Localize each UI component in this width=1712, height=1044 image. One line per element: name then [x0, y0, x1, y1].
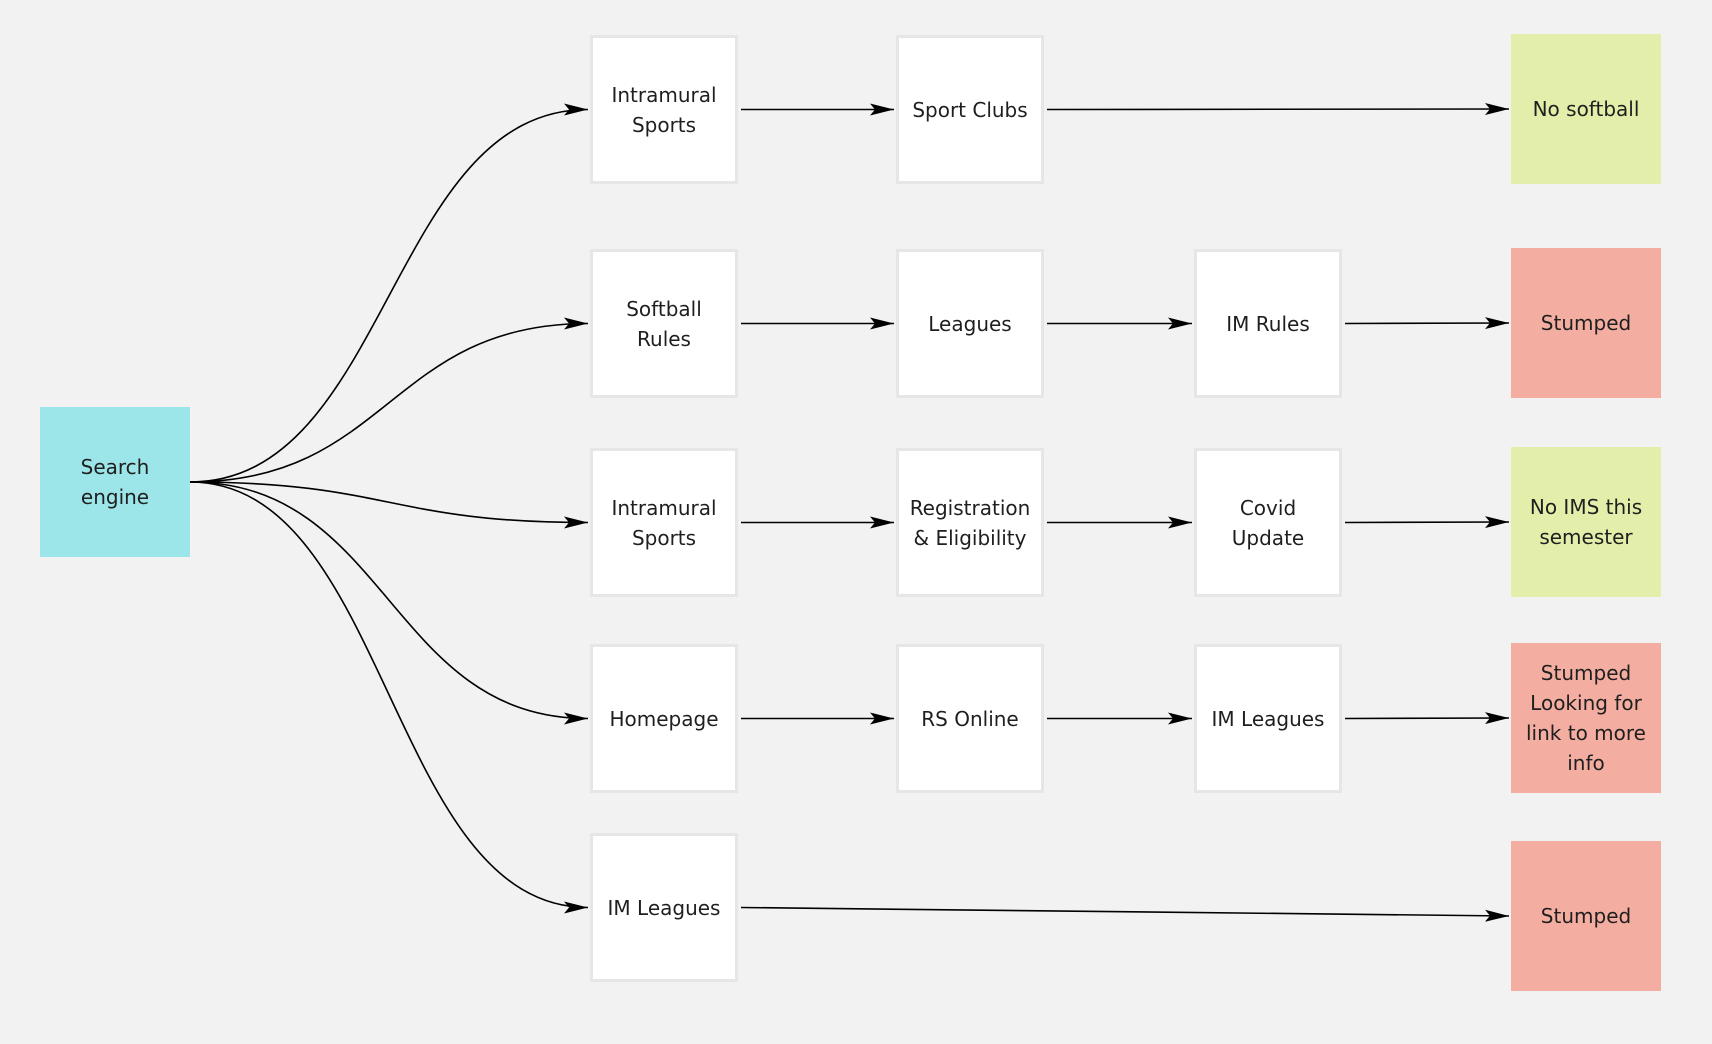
node-rs-online[interactable]: RS Online — [896, 644, 1044, 793]
node-search-engine[interactable]: Search engine — [40, 407, 190, 557]
node-im-leagues-2[interactable]: IM Leagues — [590, 833, 738, 982]
node-registration-eligibility[interactable]: Registration & Eligibility — [896, 448, 1044, 597]
edge-path4-step3 — [1344, 712, 1510, 725]
edge-search-to-path2 — [189, 317, 589, 483]
node-softball-rules[interactable]: Softball Rules — [590, 249, 738, 398]
node-sport-clubs[interactable]: Sport Clubs — [896, 35, 1044, 184]
node-intramural-sports-2[interactable]: Intramural Sports — [590, 448, 738, 597]
node-homepage[interactable]: Homepage — [590, 644, 738, 793]
outcome-no-softball[interactable]: No softball — [1511, 34, 1661, 184]
outcome-stumped-2[interactable]: Stumped — [1511, 841, 1661, 991]
edge-search-to-path4 — [189, 481, 589, 725]
outcome-no-ims-this-semester[interactable]: No IMS this semester — [1511, 447, 1661, 597]
outcome-stumped-looking-for-link[interactable]: Stumped Looking for link to more info — [1511, 643, 1661, 793]
node-covid-update[interactable]: Covid Update — [1194, 448, 1342, 597]
edges-layer — [189, 103, 1510, 922]
node-intramural-sports-1[interactable]: Intramural Sports — [590, 35, 738, 184]
edge-path3-step3 — [1344, 516, 1510, 529]
node-im-leagues-1[interactable]: IM Leagues — [1194, 644, 1342, 793]
node-leagues[interactable]: Leagues — [896, 249, 1044, 398]
node-im-rules[interactable]: IM Rules — [1194, 249, 1342, 398]
edge-path2-step3 — [1344, 317, 1510, 330]
outcome-stumped-1[interactable]: Stumped — [1511, 248, 1661, 398]
edge-path5-step1 — [740, 906, 1510, 922]
edge-search-to-path1 — [189, 103, 589, 483]
edge-search-to-path3 — [189, 481, 589, 529]
edge-path1-step2 — [1046, 103, 1510, 116]
edge-search-to-path5 — [189, 481, 589, 914]
